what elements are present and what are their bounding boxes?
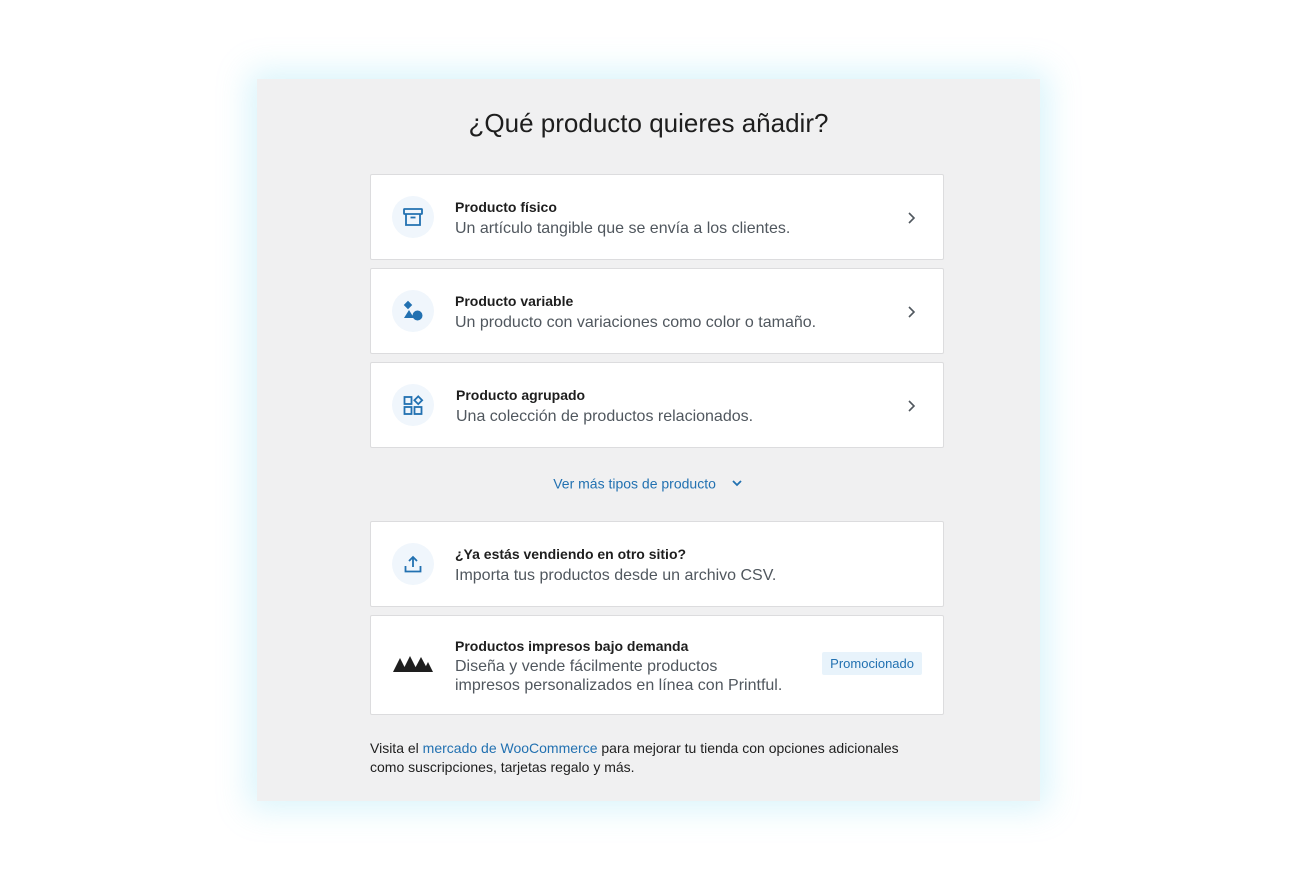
more-product-types-label: Ver más tipos de producto: [553, 475, 716, 492]
add-product-panel: ¿Qué producto quieres añadir? Producto f…: [257, 79, 1040, 801]
product-type-title: Producto variable: [455, 293, 574, 309]
woocommerce-marketplace-link[interactable]: mercado de WooCommerce: [423, 740, 598, 756]
product-type-description: Un artículo tangible que se envía a los …: [455, 220, 791, 237]
import-description: Importa tus productos desde un archivo C…: [455, 567, 777, 584]
printful-description-line1: Diseña y vende fácilmente productos: [455, 658, 718, 675]
upload-icon: [392, 543, 434, 585]
printful-logo: [393, 656, 433, 672]
grouped-blocks-icon: [392, 384, 434, 426]
printful-title: Productos impresos bajo demanda: [455, 638, 689, 654]
shapes-icon: [392, 290, 434, 332]
promoted-badge: Promocionado: [822, 652, 922, 675]
product-type-description: Un producto con variaciones como color o…: [455, 314, 817, 331]
printful-card[interactable]: Productos impresos bajo demanda Diseña y…: [370, 615, 944, 715]
chevron-right-icon: [908, 306, 916, 318]
printful-description-line2: impresos personalizados en línea con Pri…: [455, 677, 783, 694]
footer-line2: como suscripciones, tarjetas regalo y má…: [370, 759, 635, 775]
chevron-down-icon: [732, 480, 742, 487]
archive-box-icon: [392, 196, 434, 238]
product-type-variable[interactable]: Producto variable Un producto con variac…: [370, 268, 944, 354]
footer-suffix: para mejorar tu tienda con opciones adic…: [597, 740, 899, 756]
product-type-physical[interactable]: Producto físico Un artículo tangible que…: [370, 174, 944, 260]
product-type-description: Una colección de productos relacionados.: [456, 408, 754, 425]
product-type-title: Producto físico: [455, 199, 557, 215]
footer-prefix: Visita el: [370, 740, 423, 756]
product-type-grouped[interactable]: Producto agrupado Una colección de produ…: [370, 362, 944, 448]
product-type-title: Producto agrupado: [456, 387, 586, 403]
chevron-right-icon: [908, 400, 916, 412]
import-products-card[interactable]: ¿Ya estás vendiendo en otro sitio? Impor…: [370, 521, 944, 607]
marketplace-note: Visita el mercado de WooCommerce para me…: [370, 739, 930, 777]
chevron-right-icon: [908, 212, 916, 224]
more-product-types-link[interactable]: Ver más tipos de producto: [257, 474, 1040, 491]
import-title: ¿Ya estás vendiendo en otro sitio?: [455, 546, 687, 562]
page-title: ¿Qué producto quieres añadir?: [468, 108, 829, 138]
